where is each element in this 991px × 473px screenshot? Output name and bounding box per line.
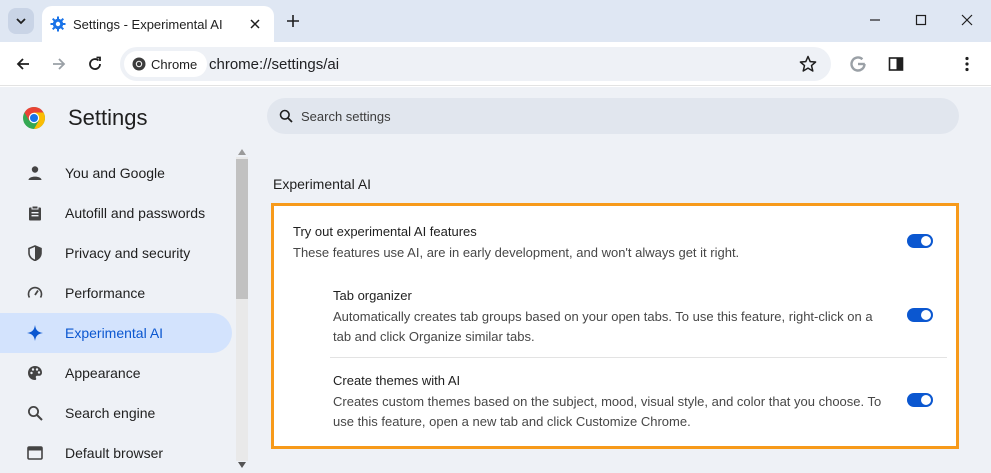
clipboard-icon xyxy=(29,205,41,221)
maximize-icon xyxy=(915,14,927,26)
reload-button[interactable] xyxy=(83,52,107,76)
search-settings-input[interactable]: Search settings xyxy=(267,98,959,134)
person-icon xyxy=(28,166,42,180)
triangle-down-icon xyxy=(238,462,246,468)
plus-icon xyxy=(287,15,299,27)
sidebar-item-label: Default browser xyxy=(65,445,164,461)
forward-button[interactable] xyxy=(47,52,71,76)
back-button[interactable] xyxy=(11,52,35,76)
url-text[interactable]: chrome://settings/ai xyxy=(209,56,339,73)
sidebar-item-label: Performance xyxy=(65,285,146,301)
toolbar: Chrome chrome://settings/ai xyxy=(0,42,991,86)
tab-close-button[interactable] xyxy=(246,15,264,33)
search-placeholder: Search settings xyxy=(301,108,391,124)
kebab-menu-icon xyxy=(965,56,969,72)
sparkle-icon xyxy=(27,325,43,341)
shield-icon xyxy=(28,245,42,261)
sidebar-item-label: Experimental AI xyxy=(65,325,164,341)
sidebar-item-label: Appearance xyxy=(65,365,141,381)
side-panel-icon xyxy=(888,57,904,71)
sidebar-item-default-browser[interactable]: Default browser xyxy=(0,433,232,473)
side-panel-button[interactable] xyxy=(884,52,908,76)
minimize-button[interactable] xyxy=(863,8,887,32)
scrollbar-thumb[interactable] xyxy=(236,159,248,299)
google-g-icon xyxy=(850,56,866,72)
sidebar-nav: You and Google Autofill and passwords Pr… xyxy=(0,153,236,473)
sidebar-item-label: Privacy and security xyxy=(65,245,191,261)
star-icon xyxy=(799,55,817,72)
sidebar-scrollbar[interactable] xyxy=(235,147,249,471)
sidebar-item-label: Autofill and passwords xyxy=(65,205,206,221)
search-icon xyxy=(279,109,293,123)
close-icon xyxy=(961,14,973,26)
settings-page: Settings Search settings You and Google … xyxy=(0,87,991,473)
site-info-chip[interactable]: Chrome xyxy=(124,51,208,77)
sidebar-item-search-engine[interactable]: Search engine xyxy=(0,393,232,433)
section-title: Experimental AI xyxy=(273,176,372,192)
arrow-left-icon xyxy=(16,58,29,70)
scroll-down-arrow[interactable] xyxy=(237,460,247,470)
new-tab-button[interactable] xyxy=(282,10,304,32)
arrow-right-icon xyxy=(53,58,66,70)
triangle-up-icon xyxy=(238,149,246,155)
sidebar-item-you-and-google[interactable]: You and Google xyxy=(0,153,232,193)
sidebar-item-label: You and Google xyxy=(65,165,165,181)
sidebar-item-label: Search engine xyxy=(65,405,156,421)
speedometer-icon xyxy=(27,286,43,298)
address-bar[interactable]: Chrome chrome://settings/ai xyxy=(120,47,831,81)
menu-button[interactable] xyxy=(955,52,979,76)
close-icon xyxy=(250,19,260,29)
palette-icon xyxy=(28,366,42,380)
sidebar-item-performance[interactable]: Performance xyxy=(0,273,232,313)
tab-strip: Settings - Experimental AI xyxy=(0,0,991,42)
active-tab[interactable]: Settings - Experimental AI xyxy=(42,6,274,42)
sidebar-item-privacy[interactable]: Privacy and security xyxy=(0,233,232,273)
reload-icon xyxy=(89,56,101,70)
sidebar-item-experimental-ai[interactable]: Experimental AI xyxy=(0,313,232,353)
page-title: Settings xyxy=(68,105,148,130)
bookmark-button[interactable] xyxy=(798,54,818,74)
settings-gear-icon xyxy=(50,16,66,32)
orange-highlight-box xyxy=(271,203,959,449)
chip-label: Chrome xyxy=(151,56,198,72)
tab-search-button[interactable] xyxy=(8,8,34,34)
google-extension-button[interactable] xyxy=(846,52,870,76)
close-window-button[interactable] xyxy=(955,8,979,32)
chrome-logo-icon xyxy=(23,107,45,129)
settings-header: Settings xyxy=(22,105,148,131)
tab-title: Settings - Experimental AI xyxy=(73,16,223,32)
browser-icon xyxy=(27,446,43,460)
minimize-icon xyxy=(870,19,880,21)
chrome-logo-icon xyxy=(132,57,146,71)
sidebar-item-appearance[interactable]: Appearance xyxy=(0,353,232,393)
search-icon xyxy=(28,406,43,421)
scroll-up-arrow[interactable] xyxy=(237,147,247,157)
maximize-button[interactable] xyxy=(909,8,933,32)
chevron-down-icon xyxy=(16,18,26,25)
sidebar-item-autofill[interactable]: Autofill and passwords xyxy=(0,193,232,233)
